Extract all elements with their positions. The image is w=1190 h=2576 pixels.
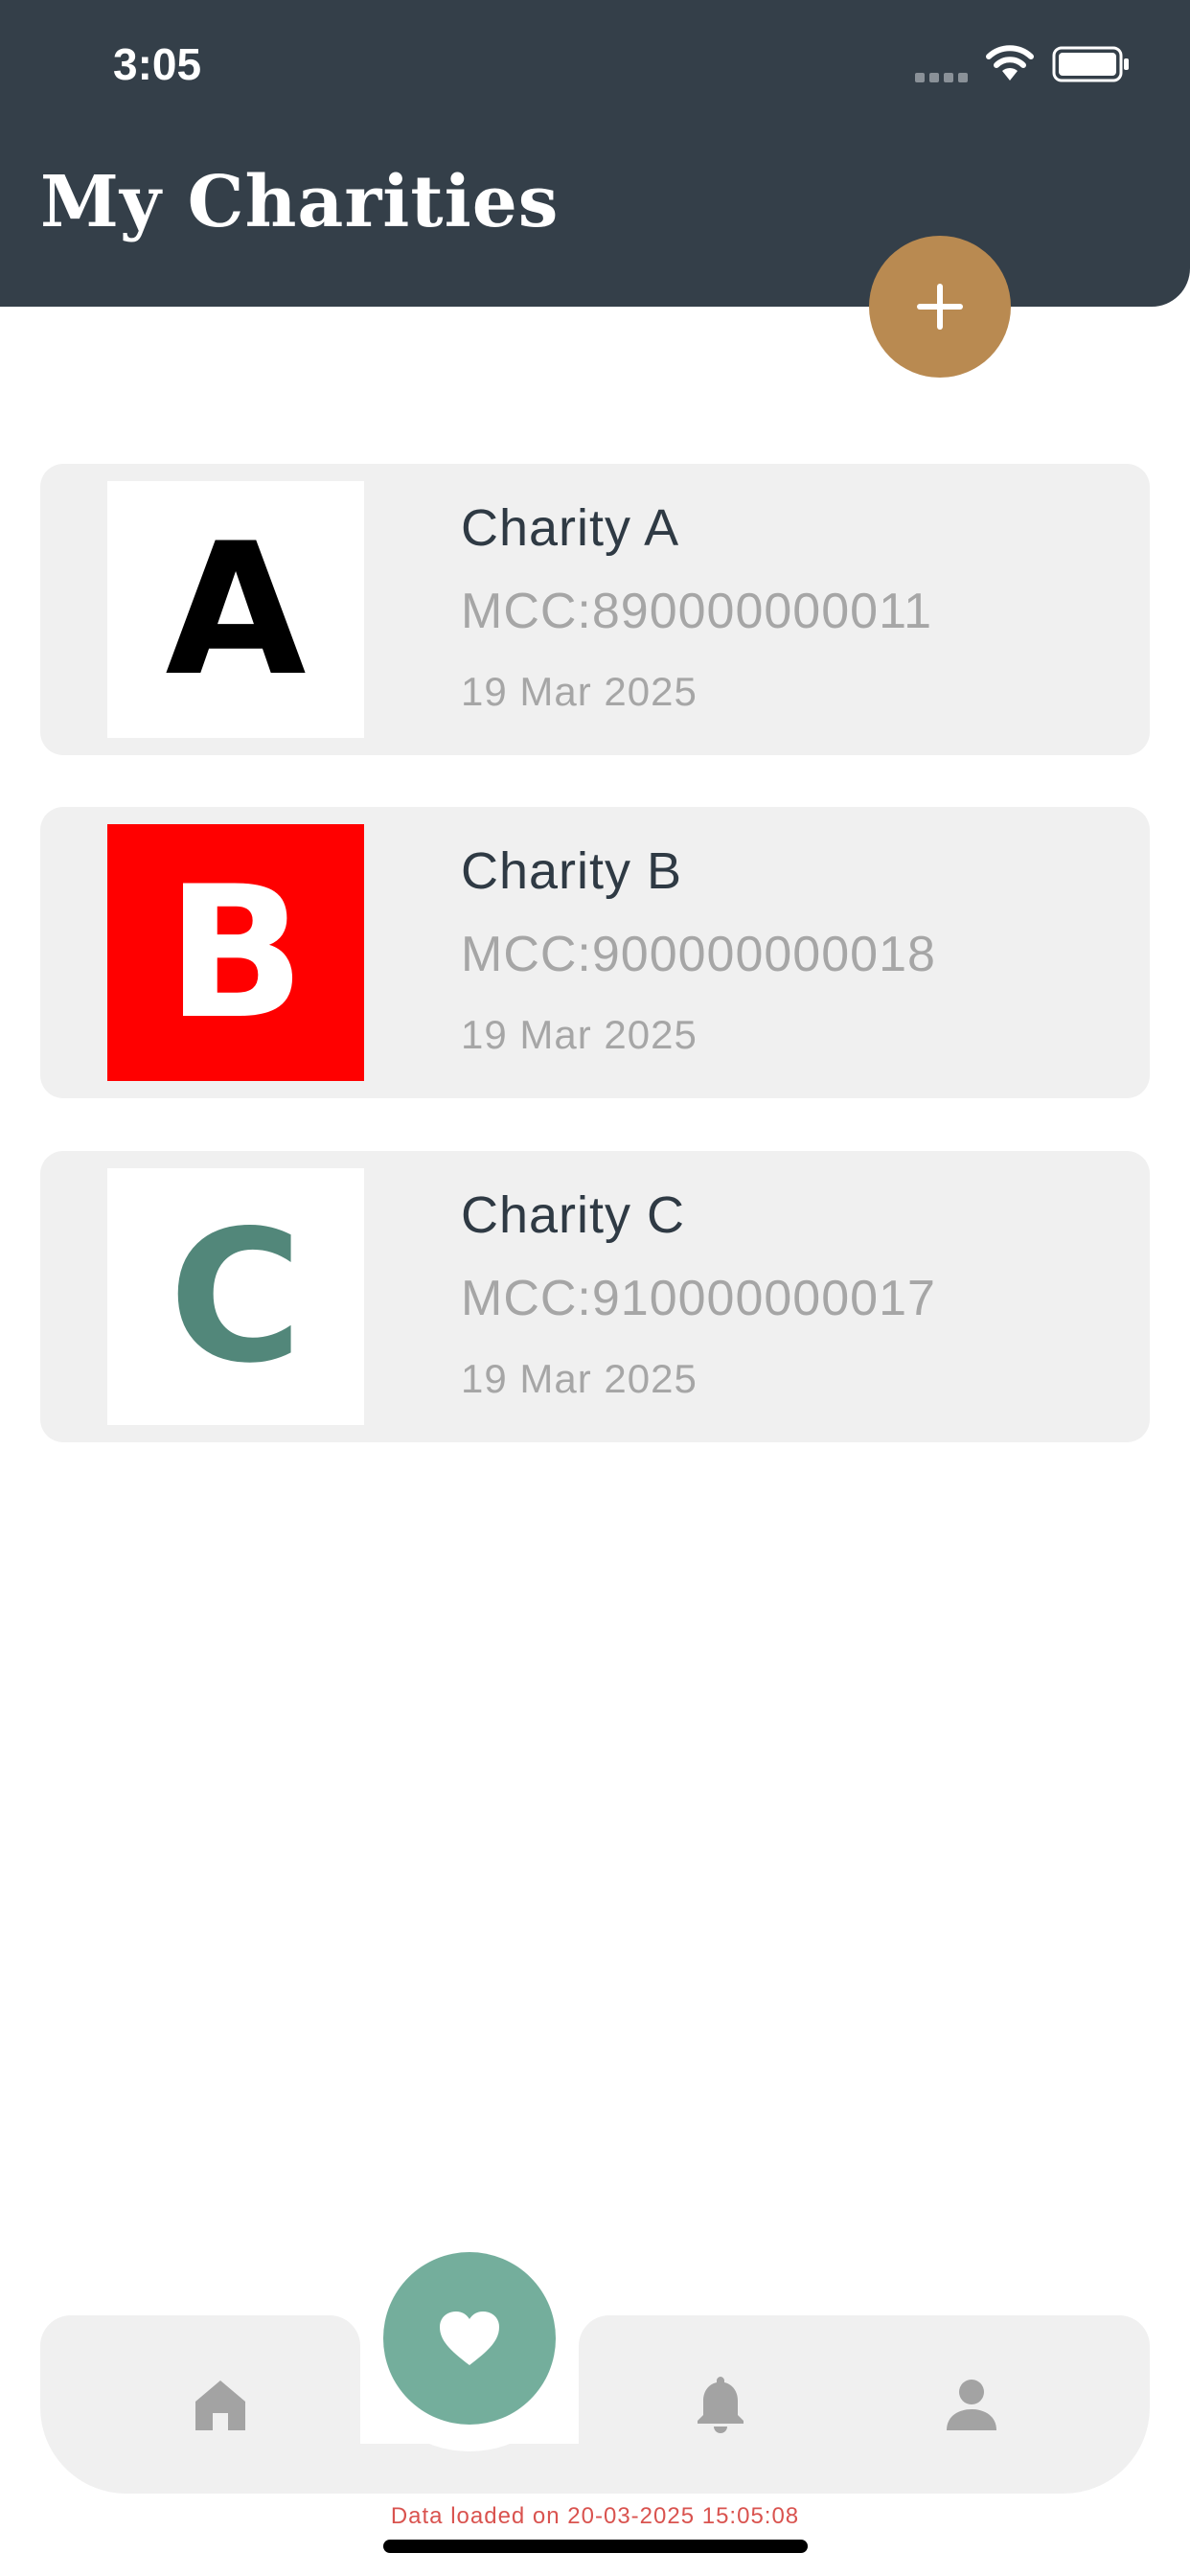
charity-name: Charity A <box>461 499 680 557</box>
status-time: 3:05 <box>113 39 202 89</box>
charity-logo: B <box>107 824 364 1081</box>
page-title: My Charities <box>40 161 560 243</box>
charity-mcc: MCC:900000000018 <box>461 927 936 982</box>
home-icon[interactable] <box>190 2375 251 2436</box>
person-icon[interactable] <box>941 2375 1002 2436</box>
add-charity-button[interactable] <box>869 236 1011 378</box>
charity-date: 19 Mar 2025 <box>461 669 698 714</box>
charity-name: Charity C <box>461 1186 686 1244</box>
charity-logo-letter: C <box>169 1190 303 1403</box>
signal-icon <box>915 73 968 82</box>
charity-name: Charity B <box>461 842 683 900</box>
plus-icon <box>917 284 963 330</box>
charities-nav-button[interactable] <box>383 2252 556 2425</box>
battery-icon <box>1052 46 1129 82</box>
charity-date: 19 Mar 2025 <box>461 1356 698 1401</box>
charity-card[interactable]: C Charity C MCC:910000000017 19 Mar 2025 <box>40 1151 1150 1442</box>
bell-icon[interactable] <box>690 2373 751 2434</box>
charity-mcc: MCC:890000000011 <box>461 584 933 639</box>
charity-logo-letter: A <box>165 503 307 716</box>
heart-icon <box>440 2312 499 2365</box>
charity-logo: A <box>107 481 364 738</box>
charity-mcc: MCC:910000000017 <box>461 1271 936 1326</box>
charity-logo-letter: B <box>166 846 306 1059</box>
data-loaded-text: Data loaded on 20-03-2025 15:05:08 <box>390 2503 800 2529</box>
charity-card[interactable]: B Charity B MCC:900000000018 19 Mar 2025 <box>40 807 1150 1098</box>
home-indicator <box>383 2540 808 2553</box>
charity-card[interactable]: A Charity A MCC:890000000011 19 Mar 2025 <box>40 464 1150 755</box>
bottom-nav-right <box>579 2315 1150 2494</box>
wifi-icon <box>986 45 1034 80</box>
charity-logo: C <box>107 1168 364 1425</box>
charity-date: 19 Mar 2025 <box>461 1012 698 1057</box>
